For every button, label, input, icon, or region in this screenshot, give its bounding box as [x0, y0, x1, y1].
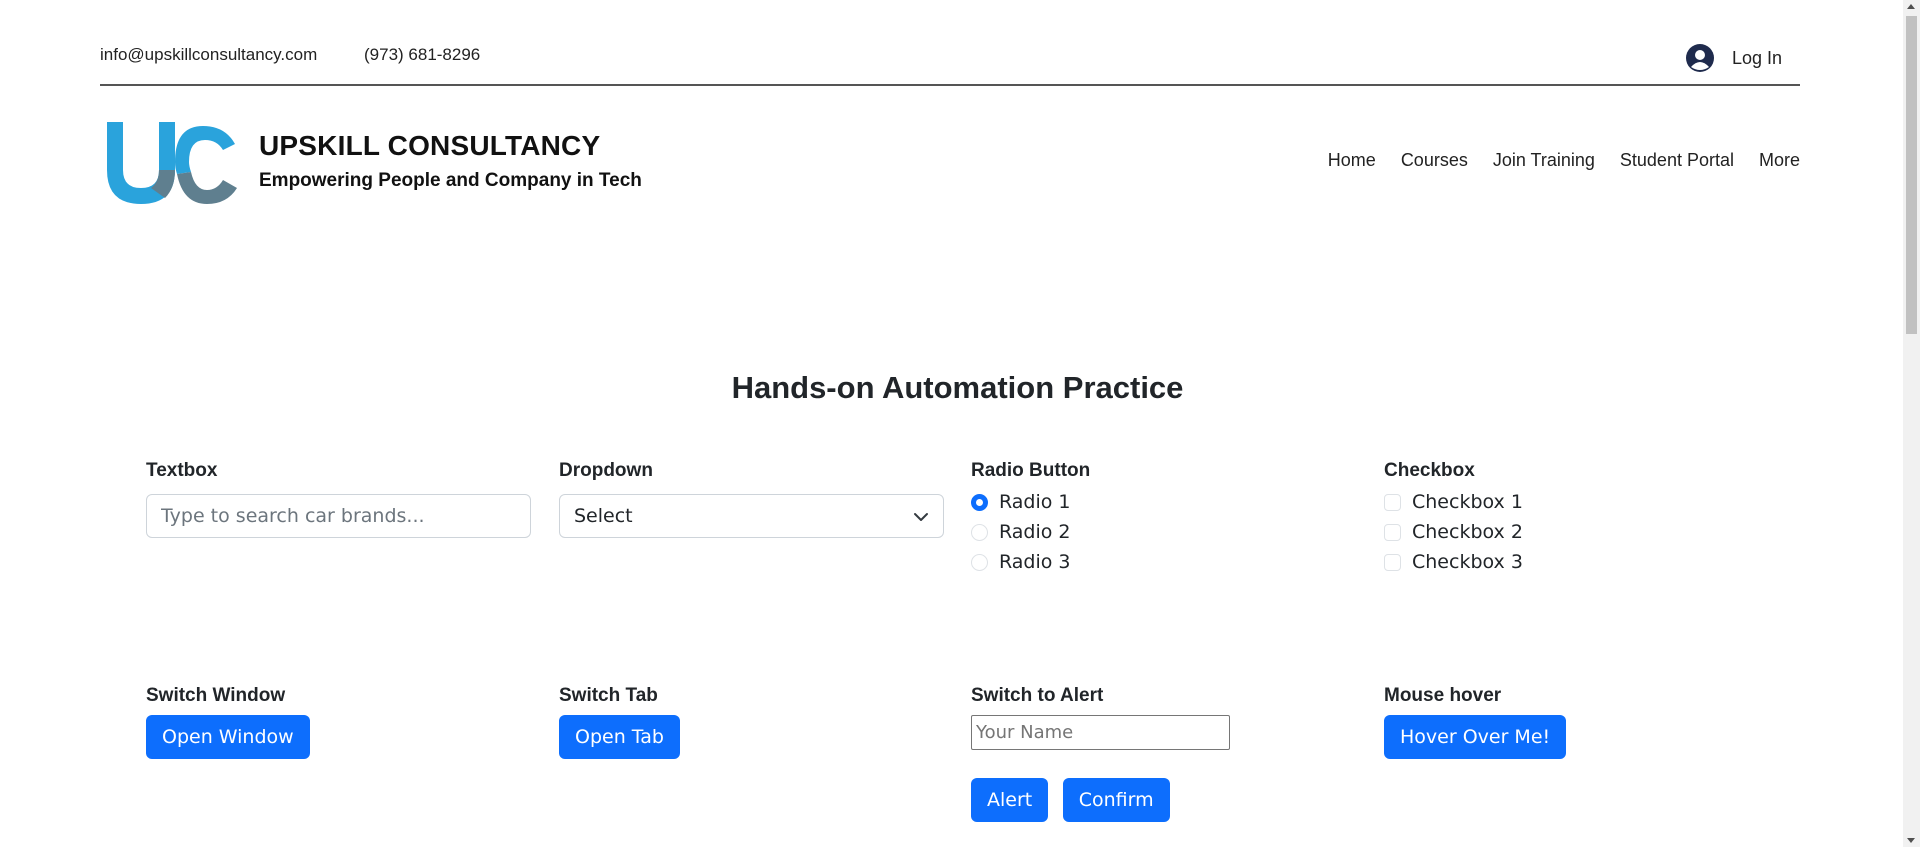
radio-button-checked[interactable]	[971, 493, 988, 511]
checkbox-option-1[interactable]: Checkbox 1	[1384, 487, 1769, 517]
mouse-hover-label: Mouse hover	[1384, 685, 1502, 706]
checkbox[interactable]	[1384, 523, 1401, 541]
chevron-down-icon	[914, 513, 928, 521]
contact-phone[interactable]: (973) 681-8296	[364, 45, 480, 65]
switch-alert-label: Switch to Alert	[971, 685, 1104, 706]
brand-tagline: Empowering People and Company in Tech	[259, 170, 642, 191]
top-contact-bar: info@upskillconsultancy.com (973) 681-82…	[100, 44, 1800, 72]
header-divider	[100, 84, 1800, 86]
dropdown-select[interactable]: Select	[559, 494, 944, 538]
dropdown-section: Dropdown Select	[559, 460, 944, 538]
open-tab-button[interactable]: Open Tab	[559, 715, 680, 759]
nav-item-more[interactable]: More	[1759, 150, 1800, 171]
scroll-up-icon[interactable]	[1907, 4, 1915, 9]
page-title: Hands-on Automation Practice	[731, 370, 1184, 405]
upskill-logo[interactable]	[103, 118, 239, 208]
switch-tab-label: Switch Tab	[559, 685, 658, 706]
user-avatar-icon	[1685, 44, 1714, 72]
nav-item-home[interactable]: Home	[1328, 150, 1376, 171]
mouse-hover-section: Mouse hover Hover Over Me!	[1384, 685, 1769, 759]
checkbox-section: Checkbox Checkbox 1 Checkbox 2 Checkbox …	[1384, 460, 1769, 577]
dropdown-label: Dropdown	[559, 460, 653, 481]
checkbox[interactable]	[1384, 493, 1401, 511]
name-input[interactable]	[971, 715, 1230, 750]
checkbox-option-3[interactable]: Checkbox 3	[1384, 547, 1769, 577]
brand-title: UPSKILL CONSULTANCY	[259, 130, 601, 161]
radio-option-label: Radio 2	[999, 521, 1071, 543]
radio-section: Radio Button Radio 1 Radio 2 Radio 3	[971, 460, 1356, 577]
switch-alert-section: Switch to Alert Alert Confirm	[971, 685, 1356, 822]
radio-option-label: Radio 1	[999, 491, 1071, 513]
contact-email[interactable]: info@upskillconsultancy.com	[100, 45, 317, 65]
main-nav: Home Courses Join Training Student Porta…	[1328, 150, 1800, 171]
dropdown-selected-value: Select	[574, 505, 633, 527]
switch-window-section: Switch Window Open Window	[146, 685, 531, 759]
radio-label: Radio Button	[971, 460, 1091, 481]
alert-button[interactable]: Alert	[971, 778, 1049, 822]
login-button[interactable]: Log In	[1685, 44, 1782, 72]
checkbox-option-label: Checkbox 3	[1412, 551, 1523, 573]
radio-option-label: Radio 3	[999, 551, 1071, 573]
checkbox-option-label: Checkbox 1	[1412, 491, 1523, 513]
checkbox-option-2[interactable]: Checkbox 2	[1384, 517, 1769, 547]
radio-option-1[interactable]: Radio 1	[971, 487, 1356, 517]
nav-item-join-training[interactable]: Join Training	[1493, 150, 1595, 171]
radio-option-3[interactable]: Radio 3	[971, 547, 1356, 577]
page-scrollbar[interactable]	[1903, 0, 1920, 847]
hover-button[interactable]: Hover Over Me!	[1384, 715, 1567, 759]
open-window-button[interactable]: Open Window	[146, 715, 310, 759]
textbox-label: Textbox	[146, 460, 218, 481]
radio-option-2[interactable]: Radio 2	[971, 517, 1356, 547]
nav-item-student-portal[interactable]: Student Portal	[1620, 150, 1734, 171]
textbox-section: Textbox	[146, 460, 531, 538]
car-search-input[interactable]	[146, 494, 531, 538]
confirm-button[interactable]: Confirm	[1062, 778, 1170, 822]
scrollbar-thumb[interactable]	[1906, 16, 1917, 334]
switch-window-label: Switch Window	[146, 685, 286, 706]
checkbox[interactable]	[1384, 553, 1401, 571]
scroll-down-icon[interactable]	[1907, 838, 1915, 843]
radio-button[interactable]	[971, 523, 988, 541]
login-label: Log In	[1731, 47, 1782, 68]
nav-item-courses[interactable]: Courses	[1401, 150, 1468, 171]
checkbox-option-label: Checkbox 2	[1412, 521, 1523, 543]
radio-button[interactable]	[971, 553, 988, 571]
checkbox-label: Checkbox	[1384, 460, 1475, 481]
switch-tab-section: Switch Tab Open Tab	[559, 685, 944, 759]
